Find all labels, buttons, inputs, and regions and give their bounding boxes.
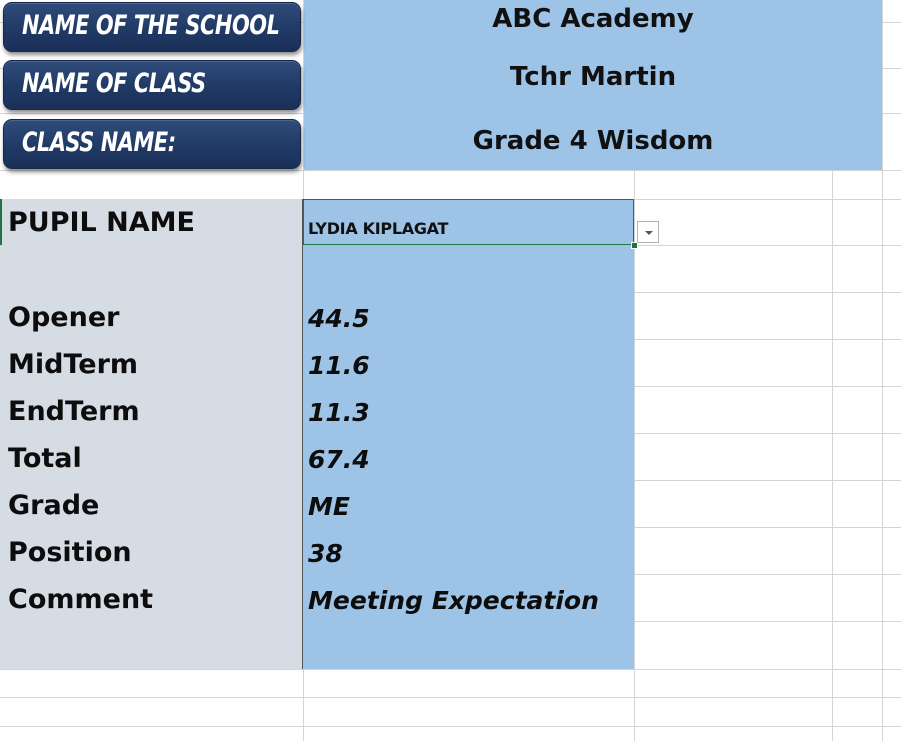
comment-value[interactable]: Meeting Expectation <box>308 586 599 615</box>
fill-handle[interactable] <box>631 242 638 249</box>
row-selection-marker <box>0 199 2 245</box>
pupil-name-selected: LYDIA KIPLAGAT <box>308 219 449 238</box>
opener-value[interactable]: 44.5 <box>308 304 370 333</box>
pupil-name-label: PUPIL NAME <box>8 207 195 238</box>
school-name-value[interactable]: ABC Academy <box>304 4 882 34</box>
class-name-button[interactable]: CLASS NAME: <box>3 119 301 169</box>
opener-label: Opener <box>8 302 120 333</box>
school-name-label: NAME OF THE SCHOOL <box>22 10 280 41</box>
class-name-label: CLASS NAME: <box>22 127 176 158</box>
grade-label: Grade <box>8 490 100 521</box>
midterm-label: MidTerm <box>8 349 139 380</box>
grade-value[interactable]: ME <box>308 492 350 521</box>
position-value[interactable]: 38 <box>308 539 343 568</box>
class-teacher-button[interactable]: NAME OF CLASS <box>3 60 301 110</box>
comment-label: Comment <box>8 584 154 615</box>
school-name-button[interactable]: NAME OF THE SCHOOL <box>3 2 301 52</box>
dropdown-arrow-icon[interactable] <box>637 221 659 243</box>
pupil-name-select-cell[interactable]: LYDIA KIPLAGAT <box>303 199 634 245</box>
class-teacher-label: NAME OF CLASS <box>22 68 206 99</box>
class-name-value[interactable]: Grade 4 Wisdom <box>304 126 882 156</box>
endterm-label: EndTerm <box>8 396 140 427</box>
position-label: Position <box>8 537 132 568</box>
midterm-value[interactable]: 11.6 <box>308 351 370 380</box>
total-value[interactable]: 67.4 <box>308 445 370 474</box>
endterm-value[interactable]: 11.3 <box>308 398 370 427</box>
total-label: Total <box>8 443 82 474</box>
class-teacher-value[interactable]: Tchr Martin <box>304 62 882 92</box>
